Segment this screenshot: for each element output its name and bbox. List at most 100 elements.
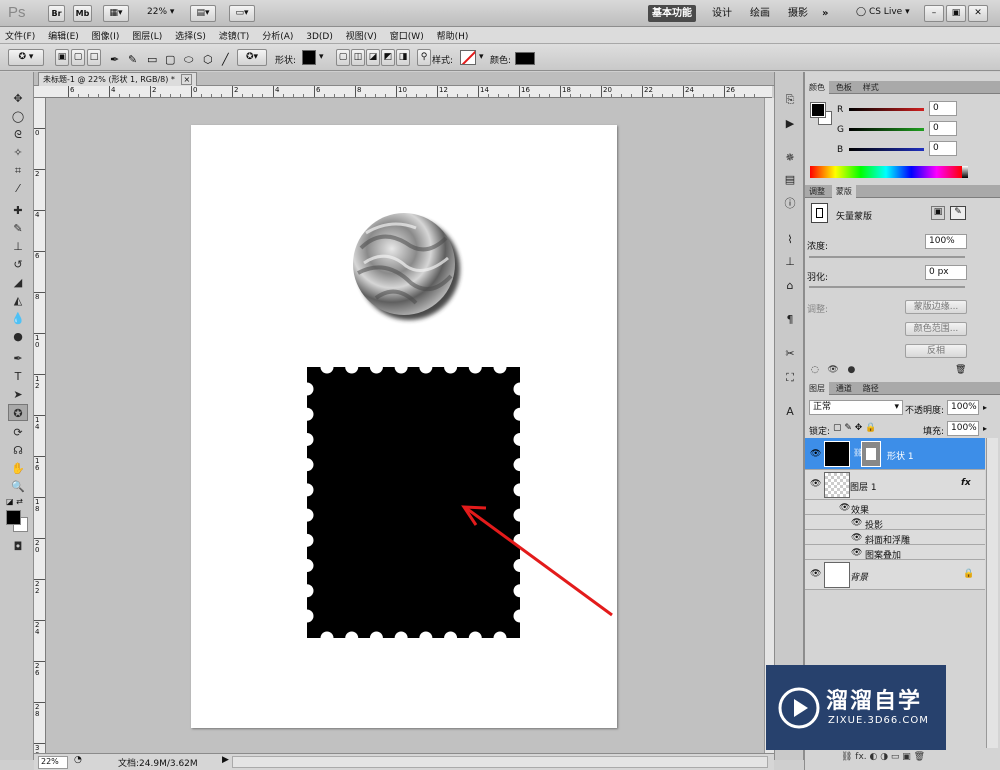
fill-pixels-icon[interactable]: □ — [87, 49, 101, 66]
rectangle-icon[interactable]: ▭ — [147, 53, 157, 66]
workspace-painting[interactable]: 绘画 — [746, 5, 774, 22]
menu-view[interactable]: 视图(V) — [341, 27, 382, 42]
dodge-tool-icon[interactable]: ● — [8, 328, 28, 345]
status-zoom-field[interactable]: 22% — [38, 756, 68, 769]
lock-icons[interactable]: ▢ ✎ ✥ 🔒 — [833, 423, 876, 433]
tab-paths[interactable]: 路径 — [859, 382, 883, 395]
default-colors-icon[interactable]: ◪ ⇄ — [6, 497, 23, 506]
tab-channels[interactable]: 通道 — [832, 382, 856, 395]
blur-tool-icon[interactable]: 💧 — [8, 310, 28, 327]
menu-select[interactable]: 选择(S) — [170, 27, 211, 42]
custom-shape-tool-icon[interactable]: ✪ — [8, 404, 28, 421]
eye-icon[interactable]: 👁 — [810, 449, 821, 459]
status-icon[interactable]: ◔ — [74, 755, 82, 765]
layers-scrollbar[interactable] — [986, 438, 998, 748]
shape-layers-icon[interactable]: ▣ — [55, 49, 69, 66]
menu-file[interactable]: 文件(F) — [0, 27, 40, 42]
arrange-documents-button[interactable]: ▤▾ — [190, 5, 216, 22]
eye-icon[interactable]: 👁 — [810, 479, 821, 489]
spectrum-bw[interactable] — [962, 166, 968, 178]
workspace-design[interactable]: 设计 — [708, 5, 736, 22]
mask-edge-button[interactable]: 蒙版边缘... — [905, 300, 967, 314]
lasso-tool-icon[interactable]: ᘓ — [8, 126, 28, 143]
eye-icon[interactable]: 👁 — [839, 503, 850, 513]
eyedropper-tool-icon[interactable]: ⁄ — [8, 180, 28, 197]
zoom-tool-icon[interactable]: 🔍 — [8, 478, 28, 495]
clone-source-panel-icon[interactable]: ⊥ — [781, 254, 799, 270]
menu-filter[interactable]: 滤镜(T) — [214, 27, 255, 42]
quick-select-tool-icon[interactable]: ✧ — [8, 144, 28, 161]
close-button[interactable]: ✕ — [968, 5, 988, 22]
tab-color[interactable]: 颜色 — [805, 81, 829, 94]
layer-1[interactable]: 👁 图层 1 fx — [805, 470, 985, 500]
shape-picker-dropdown-icon[interactable]: ▾ — [319, 52, 324, 62]
subtract-shape-icon[interactable]: ◪ — [366, 49, 380, 66]
menu-layer[interactable]: 图层(L) — [127, 27, 167, 42]
channel-r-value[interactable]: 0 — [929, 101, 957, 116]
tool-preset-picker[interactable]: ✪ ▾ — [8, 49, 44, 66]
workspace-photography[interactable]: 摄影 — [784, 5, 812, 22]
masks-footer-icons[interactable]: ◌ 👁 ● — [811, 365, 855, 375]
add-to-shape-icon[interactable]: ◫ — [351, 49, 365, 66]
healing-brush-tool-icon[interactable]: ✚ — [8, 202, 28, 219]
mask-delete-icon[interactable]: 🗑 — [955, 365, 966, 375]
line-icon[interactable]: ╱ — [222, 53, 229, 66]
bridge-button[interactable]: Br — [48, 5, 65, 22]
pen-tool-icon[interactable]: ✒ — [8, 350, 28, 367]
tab-swatches[interactable]: 色板 — [832, 81, 856, 94]
character-panel-icon[interactable]: A — [781, 404, 799, 420]
minimize-button[interactable]: – — [924, 5, 944, 22]
eye-icon[interactable]: 👁 — [851, 533, 862, 543]
ellipse-icon[interactable]: ⬭ — [184, 53, 193, 67]
layers-footer-icons[interactable]: ⛓ fx. ◐ ◑ ▭ ▣ 🗑 — [841, 752, 925, 762]
opacity-value[interactable]: 100% — [947, 400, 979, 415]
menu-help[interactable]: 帮助(H) — [432, 27, 474, 42]
color-swatch[interactable] — [515, 52, 535, 65]
channel-g-slider[interactable] — [849, 128, 924, 131]
paint-bucket-tool-icon[interactable]: ◭ — [8, 292, 28, 309]
marquee-tool-icon[interactable]: ◯ — [8, 108, 28, 125]
paragraph-panel-icon[interactable]: ¶ — [781, 312, 799, 328]
brush-tool-icon[interactable]: ✎ — [8, 220, 28, 237]
document-tab-close-icon[interactable]: × — [181, 74, 193, 85]
history-panel-icon[interactable]: ⎘ — [781, 92, 799, 108]
horizontal-scrollbar[interactable] — [232, 756, 768, 768]
color-panel-fg-swatch[interactable] — [810, 102, 826, 118]
measurement-panel-icon[interactable]: ⛶ — [781, 370, 799, 386]
workspace-more[interactable]: » — [818, 5, 832, 22]
layer-effects[interactable]: 👁 效果 — [805, 500, 985, 516]
style-picker[interactable] — [460, 50, 476, 65]
3d-panel-icon[interactable]: ✂ — [781, 346, 799, 362]
channel-r-slider[interactable] — [849, 108, 924, 111]
channel-b-slider[interactable] — [849, 148, 924, 151]
fx-icon[interactable]: fx — [961, 478, 971, 488]
intersect-shape-icon[interactable]: ◩ — [381, 49, 395, 66]
fill-arrow-icon[interactable]: ▸ — [983, 424, 987, 433]
tab-styles[interactable]: 样式 — [859, 81, 883, 94]
density-value[interactable]: 100% — [925, 234, 967, 249]
screen-mode-button[interactable]: ▭▾ — [229, 5, 255, 22]
status-menu-arrow-icon[interactable]: ▶ — [222, 755, 229, 765]
quick-mask-icon[interactable]: ◘ — [8, 538, 28, 555]
cs-live-button[interactable]: ◯ CS Live ▾ — [856, 7, 910, 17]
type-tool-icon[interactable]: T — [8, 368, 28, 385]
pen-icon[interactable]: ✒ — [110, 53, 119, 66]
color-spectrum-bar[interactable] — [810, 166, 962, 178]
layer-shape-1[interactable]: 👁 ⛓ 形状 1 — [805, 438, 985, 470]
mini-bridge-button[interactable]: Mb — [73, 5, 92, 22]
eye-icon[interactable]: 👁 — [851, 518, 862, 528]
foreground-color-swatch[interactable] — [6, 510, 21, 525]
eye-icon[interactable]: 👁 — [851, 548, 862, 558]
navigator-panel-icon[interactable]: ✵ — [781, 150, 799, 166]
brushes-panel-icon[interactable]: ⌇ — [781, 232, 799, 248]
eye-icon[interactable]: 👁 — [810, 569, 821, 579]
effect-bevel-emboss[interactable]: 👁 斜面和浮雕 — [805, 530, 985, 546]
new-shape-layer-icon[interactable]: ▢ — [336, 49, 350, 66]
menu-analysis[interactable]: 分析(A) — [257, 27, 298, 42]
eraser-tool-icon[interactable]: ◢ — [8, 274, 28, 291]
custom-shape-icon[interactable]: ✪▾ — [237, 49, 267, 66]
3d-rotate-tool-icon[interactable]: ⟳ — [8, 424, 28, 441]
invert-button[interactable]: 反相 — [905, 344, 967, 358]
pixel-mask-icon[interactable]: ▣ — [931, 206, 945, 220]
rounded-rectangle-icon[interactable]: ▢ — [165, 53, 175, 66]
